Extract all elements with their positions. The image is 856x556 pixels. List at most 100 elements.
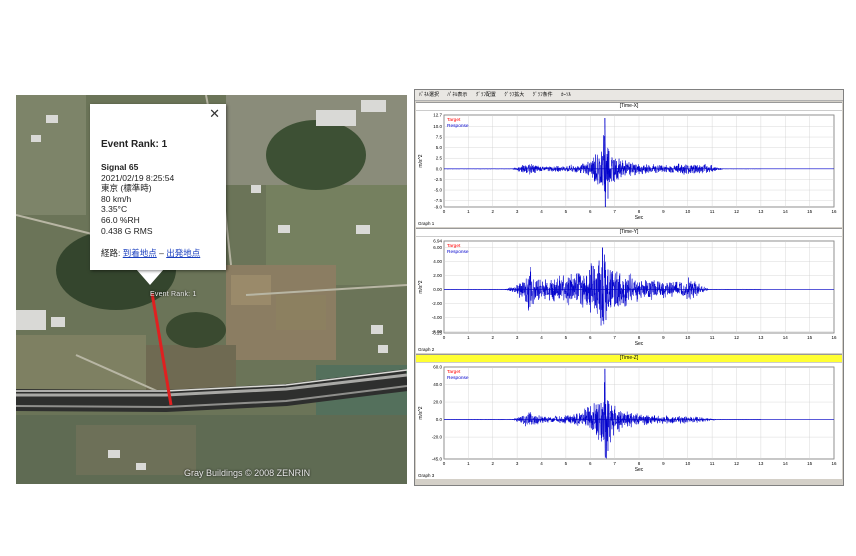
x-tick-label: 5 — [565, 209, 568, 214]
y-tick-label: 0.0 — [436, 166, 443, 171]
x-tick-label: 12 — [734, 335, 740, 340]
x-tick-label: 16 — [831, 335, 837, 340]
x-tick-label: 14 — [783, 335, 789, 340]
y-tick-label: 12.7 — [433, 113, 442, 118]
x-tick-label: 10 — [685, 461, 691, 466]
x-axis-label: Sec — [635, 215, 644, 221]
rms-value: 0.438 G RMS — [101, 225, 153, 236]
route-to-link[interactable]: 到着地点 — [123, 248, 157, 258]
y-tick-label: -5.0 — [434, 188, 442, 193]
humidity-value: 66.0 %RH — [101, 214, 140, 225]
x-axis-label: Sec — [635, 341, 644, 347]
panel-title: [Time-Y] — [416, 229, 842, 237]
x-tick-label: 15 — [807, 209, 813, 214]
marker-label[interactable]: Event Rank: 1 — [150, 291, 197, 298]
x-tick-label: 4 — [540, 209, 543, 214]
timezone: 東京 (標準時) — [101, 183, 152, 194]
x-tick-label: 9 — [662, 335, 665, 340]
y-tick-label: 5.0 — [436, 145, 443, 150]
menu-cursor[interactable]: ｶｰｿﾙ — [561, 92, 571, 98]
y-tick-label: 0.0 — [436, 417, 443, 422]
x-tick-label: 1 — [467, 209, 470, 214]
x-tick-label: 6 — [589, 335, 592, 340]
y-tick-label: -9.0 — [434, 205, 442, 210]
y-tick-label: 60.0 — [433, 365, 442, 370]
x-tick-label: 7 — [613, 209, 616, 214]
x-tick-label: 0 — [443, 335, 446, 340]
x-tick-label: 14 — [783, 461, 789, 466]
x-tick-label: 13 — [758, 461, 764, 466]
menu-panel-display[interactable]: ﾊﾟﾈﾙ表示 — [447, 92, 467, 98]
plot-window: ﾊﾟﾈﾙ選択 ﾊﾟﾈﾙ表示 ｸﾞﾗﾌ配置 ｸﾞﾗﾌ拡大 ｸﾞﾗﾌ条件 ｶｰｿﾙ … — [414, 89, 844, 486]
y-tick-label: 0.00 — [433, 287, 442, 292]
y-tick-label: 7.5 — [436, 135, 443, 140]
menu-bar: ﾊﾟﾈﾙ選択 ﾊﾟﾈﾙ表示 ｸﾞﾗﾌ配置 ｸﾞﾗﾌ拡大 ｸﾞﾗﾌ条件 ｶｰｿﾙ — [415, 90, 843, 101]
route-from-link[interactable]: 出発地点 — [166, 248, 200, 258]
legend-entry: Response — [447, 249, 469, 255]
menu-graph-zoom[interactable]: ｸﾞﾗﾌ拡大 — [504, 92, 524, 98]
panel-time-y[interactable]: [Time-Y] 0 1 2 3 4 5 6 7 8 9 10 11 12 13 14 15 16 6.94 6.0… — [416, 228, 842, 353]
legend-entry: Target — [447, 369, 461, 375]
y-tick-label: 10.0 — [433, 124, 442, 129]
x-tick-label: 5 — [565, 461, 568, 466]
legend-entry: Target — [447, 117, 461, 123]
menu-panel-select[interactable]: ﾊﾟﾈﾙ選択 — [419, 92, 439, 98]
x-tick-label: 2 — [491, 209, 494, 214]
y-axis-label: m/s^2 — [418, 154, 424, 167]
time-x-chart: 0 1 2 3 4 5 6 7 8 9 10 11 12 13 14 15 1612.710.07.55.02.… — [418, 113, 837, 222]
x-tick-label: 16 — [831, 209, 837, 214]
x-tick-label: 1 — [467, 461, 470, 466]
signal-name: Signal 65 — [101, 162, 139, 172]
x-tick-label: 7 — [613, 335, 616, 340]
time-z-chart: 0 1 2 3 4 5 6 7 8 9 10 11 12 13 14 15 1660.040.020.00.0-… — [418, 365, 837, 474]
x-axis-label: Sec — [635, 467, 644, 473]
map-credit: Gray Buildings © 2008 ZENRIN — [184, 468, 311, 478]
menu-graph-layout[interactable]: ｸﾞﾗﾌ配置 — [476, 92, 496, 98]
x-tick-label: 2 — [491, 335, 494, 340]
y-tick-label: -7.5 — [434, 198, 442, 203]
temperature-value: 3.35°C — [101, 204, 128, 215]
y-tick-label: -45.0 — [432, 457, 443, 462]
x-tick-label: 11 — [710, 461, 715, 466]
aerial-map[interactable]: Event Rank: 1 Gray Buildings © 2008 ZENR… — [16, 95, 407, 484]
route-label: 経路: — [101, 248, 121, 258]
y-tick-label: 6.00 — [433, 245, 442, 250]
y-axis-label: m/s^2 — [418, 280, 424, 293]
panel-time-z[interactable]: [Time-Z] 0 1 2 3 4 5 6 7 8 9 10 11 12 13 14 15 16 60.0 40.… — [416, 354, 842, 479]
x-tick-label: 3 — [516, 209, 519, 214]
x-tick-label: 6 — [589, 209, 592, 214]
speed-value: 80 km/h — [101, 193, 132, 204]
legend-entry: Target — [447, 243, 461, 249]
y-tick-label: 2.00 — [433, 273, 442, 278]
y-tick-label: -2.5 — [434, 177, 442, 182]
x-tick-label: 13 — [758, 209, 764, 214]
event-datetime: 2021/02/19 8:25:54 — [101, 172, 175, 183]
x-tick-label: 11 — [710, 335, 715, 340]
x-tick-label: 0 — [443, 209, 446, 214]
x-tick-label: 4 — [540, 461, 543, 466]
y-axis-label: m/s^2 — [418, 406, 424, 419]
x-tick-label: 15 — [807, 461, 813, 466]
menu-graph-condition[interactable]: ｸﾞﾗﾌ条件 — [533, 92, 553, 98]
x-tick-label: 6 — [589, 461, 592, 466]
x-tick-label: 8 — [638, 461, 641, 466]
y-tick-label: -4.00 — [432, 315, 443, 320]
x-tick-label: 12 — [734, 209, 740, 214]
graph-tag: Graph 1 — [418, 221, 435, 226]
x-tick-label: 12 — [734, 461, 740, 466]
legend-entry: Response — [447, 123, 469, 129]
panel-title: [Time-Z] — [416, 355, 842, 363]
panel-time-x[interactable]: [Time-X] 0 1 2 3 4 5 6 7 8 9 10 11 12 13 14 15 16 12.7 10.… — [416, 102, 842, 227]
y-tick-label: 6.94 — [433, 239, 442, 244]
y-tick-label: 4.00 — [433, 259, 442, 264]
x-tick-label: 10 — [685, 335, 691, 340]
popup-title: Event Rank: 1 — [101, 139, 168, 150]
close-icon[interactable]: ✕ — [209, 106, 220, 122]
x-tick-label: 9 — [662, 461, 665, 466]
route-separator: – — [156, 248, 167, 258]
graph-tag: Graph 3 — [418, 473, 435, 478]
x-tick-label: 5 — [565, 335, 568, 340]
x-tick-label: 10 — [685, 209, 691, 214]
y-tick-label: -6.25 — [432, 331, 443, 336]
x-tick-label: 4 — [540, 335, 543, 340]
